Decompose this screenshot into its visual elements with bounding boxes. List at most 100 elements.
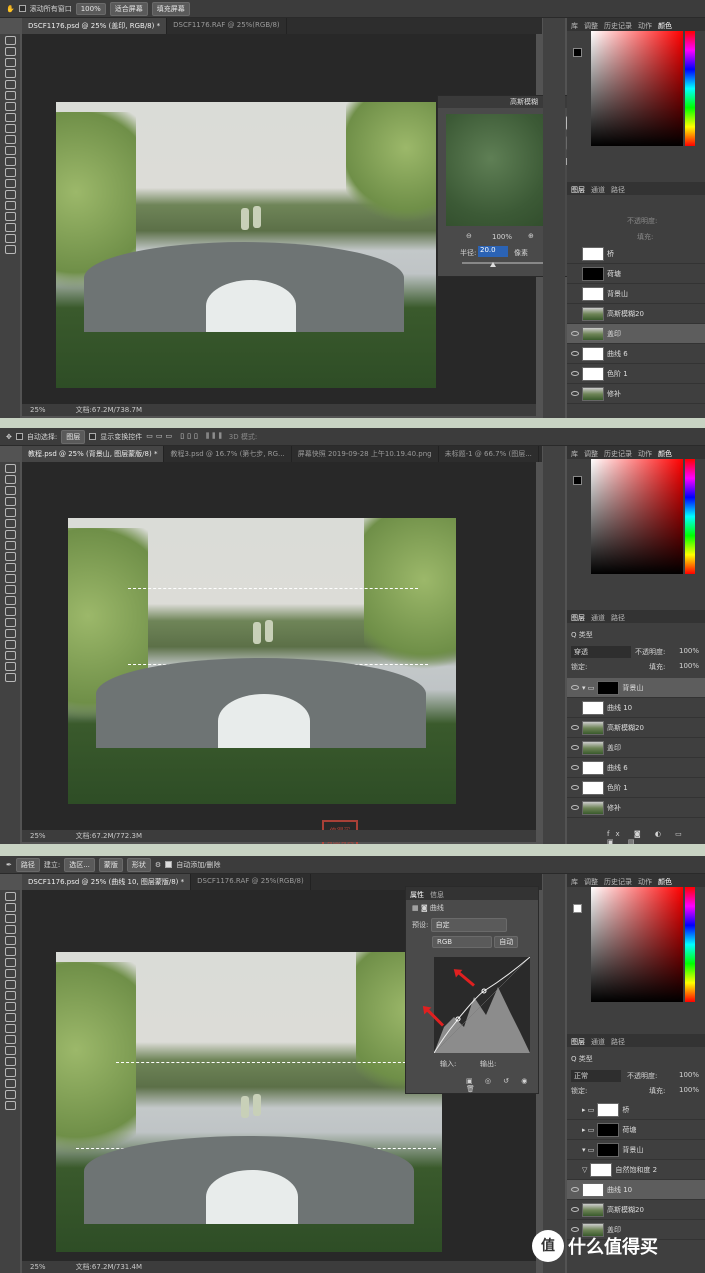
layer-row[interactable]: 曲线 10 (567, 1180, 705, 1200)
layer-row[interactable]: 色阶 1 (567, 364, 705, 384)
tab-library[interactable]: 库 (571, 877, 578, 886)
move-tool-icon[interactable] (4, 892, 16, 901)
layer-row[interactable]: ▽ 自然饱和度 2 (567, 1160, 705, 1180)
props-footer-icons[interactable]: ▣ ◎ ↺ ◉ 🗑 (466, 1077, 538, 1093)
gradient-icon[interactable] (4, 157, 16, 166)
type-tool-icon[interactable] (4, 201, 16, 210)
crop-tool-icon[interactable] (4, 80, 16, 89)
shape-tool-icon[interactable] (4, 651, 16, 660)
healing-brush-icon[interactable] (4, 958, 16, 967)
tab-channels[interactable]: 通道 (591, 1037, 605, 1046)
lasso-tool-icon[interactable] (4, 486, 16, 495)
eyedropper-icon[interactable] (4, 947, 16, 956)
layer-row[interactable]: 荷塘 (567, 264, 705, 284)
dodge-tool-icon[interactable] (4, 1035, 16, 1044)
auto-select-checkbox[interactable] (15, 433, 23, 440)
stamp-tool-icon[interactable] (4, 980, 16, 989)
zoom-tool-icon[interactable] (4, 1101, 16, 1110)
tab-actions[interactable]: 动作 (638, 21, 652, 30)
crop-tool-icon[interactable] (4, 508, 16, 517)
blur-preview[interactable] (446, 114, 558, 226)
brush-tool-icon[interactable] (4, 541, 16, 550)
lasso-tool-icon[interactable] (4, 914, 16, 923)
blur-tool-icon[interactable] (4, 596, 16, 605)
doc-tab[interactable]: 教程.psd @ 25% (背景山, 图层蒙版/8) * (22, 446, 165, 462)
crop-tool-icon[interactable] (4, 936, 16, 945)
hue-slider[interactable] (685, 887, 695, 1002)
shape-tool-icon[interactable] (4, 1079, 16, 1088)
scroll-all-checkbox[interactable] (18, 5, 26, 12)
layer-row[interactable]: 曲线 6 (567, 344, 705, 364)
opacity-value[interactable]: 100% (679, 647, 699, 655)
fill-value[interactable]: 100% (679, 662, 699, 670)
tab-adjust[interactable]: 调整 (584, 877, 598, 886)
channel-select[interactable]: RGB (432, 936, 492, 948)
hand-icon[interactable]: ✋ (6, 5, 15, 13)
move-tool-icon[interactable] (4, 36, 16, 45)
tab-info[interactable]: 信息 (430, 890, 444, 899)
tab-paths[interactable]: 路径 (611, 613, 625, 622)
stamp-tool-icon[interactable] (4, 124, 16, 133)
align-icons[interactable]: ▭▭▭ ▯▯▯ ⫼⫼⫼ (146, 432, 225, 441)
fill-screen-button[interactable]: 填充屏幕 (151, 1, 190, 16)
tab-layers[interactable]: 图层 (571, 185, 585, 194)
path-select-icon[interactable] (4, 640, 16, 649)
pen-icon[interactable]: ✒ (6, 861, 12, 869)
foreground-swatch[interactable] (573, 904, 582, 913)
canvas-area[interactable]: 值得买有图有真相 (22, 462, 536, 844)
layer-row[interactable]: 曲线 10 (567, 698, 705, 718)
marquee-tool-icon[interactable] (4, 47, 16, 56)
tab-channels[interactable]: 通道 (591, 185, 605, 194)
pen-tool-icon[interactable] (4, 618, 16, 627)
color-picker[interactable] (591, 887, 683, 1002)
path-select-icon[interactable] (4, 1068, 16, 1077)
type-tool-icon[interactable] (4, 1057, 16, 1066)
layer-filter[interactable]: Q 类型 (571, 630, 593, 640)
foreground-swatch[interactable] (573, 48, 582, 57)
healing-brush-icon[interactable] (4, 102, 16, 111)
magic-wand-icon[interactable] (4, 497, 16, 506)
tab-actions[interactable]: 动作 (638, 449, 652, 458)
blur-tool-icon[interactable] (4, 168, 16, 177)
tab-properties[interactable]: 属性 (410, 890, 424, 899)
color-picker[interactable] (591, 31, 683, 146)
blend-mode-select[interactable]: 穿透 (571, 646, 631, 658)
pen-tool-icon[interactable] (4, 190, 16, 199)
tab-color[interactable]: 颜色 (658, 449, 672, 458)
eyedropper-icon[interactable] (4, 91, 16, 100)
layer-row[interactable]: 背景山 (567, 284, 705, 304)
hand-tool-icon[interactable] (4, 662, 16, 671)
type-tool-icon[interactable] (4, 629, 16, 638)
hue-slider[interactable] (685, 459, 695, 574)
layer-group-row[interactable]: ▸ ▭ 荷塘 (567, 1120, 705, 1140)
tab-adjust[interactable]: 调整 (584, 21, 598, 30)
zoom-tool-icon[interactable] (4, 245, 16, 254)
layer-row[interactable]: 高斯模糊20 (567, 1200, 705, 1220)
doc-tab[interactable]: DSCF1176.psd @ 25% (盖印, RGB/8) * (22, 18, 168, 34)
eraser-icon[interactable] (4, 1002, 16, 1011)
eraser-icon[interactable] (4, 146, 16, 155)
auto-button[interactable]: 自动 (494, 936, 519, 948)
auto-add-checkbox[interactable] (165, 861, 173, 868)
layer-row[interactable]: 高斯模糊20 (567, 718, 705, 738)
radius-input[interactable]: 20.0 (478, 246, 508, 257)
layer-row[interactable]: 修补 (567, 798, 705, 818)
tab-adjust[interactable]: 调整 (584, 449, 598, 458)
lasso-tool-icon[interactable] (4, 58, 16, 67)
shape-tool-icon[interactable] (4, 223, 16, 232)
fill-value[interactable]: 100% (679, 1086, 699, 1094)
color-picker[interactable] (591, 459, 683, 574)
layer-row[interactable]: 盖印 (567, 324, 705, 344)
history-brush-icon[interactable] (4, 563, 16, 572)
layer-row[interactable]: 色阶 1 (567, 778, 705, 798)
select-type-dropdown[interactable]: 图层 (61, 429, 86, 444)
layer-group-row[interactable]: ▸ ▭ 桥 (567, 1100, 705, 1120)
layer-row[interactable]: 修补 (567, 384, 705, 404)
pen-tool-icon[interactable] (4, 1046, 16, 1055)
tab-history[interactable]: 历史记录 (604, 21, 632, 30)
doc-tab[interactable]: DSCF1176.RAF @ 25%(RGB/8) (191, 874, 311, 890)
layer-group-row[interactable]: ▾ ▭ 背景山 (567, 1140, 705, 1160)
make-mask-button[interactable]: 蒙版 (98, 857, 123, 872)
gradient-icon[interactable] (4, 585, 16, 594)
history-brush-icon[interactable] (4, 991, 16, 1000)
